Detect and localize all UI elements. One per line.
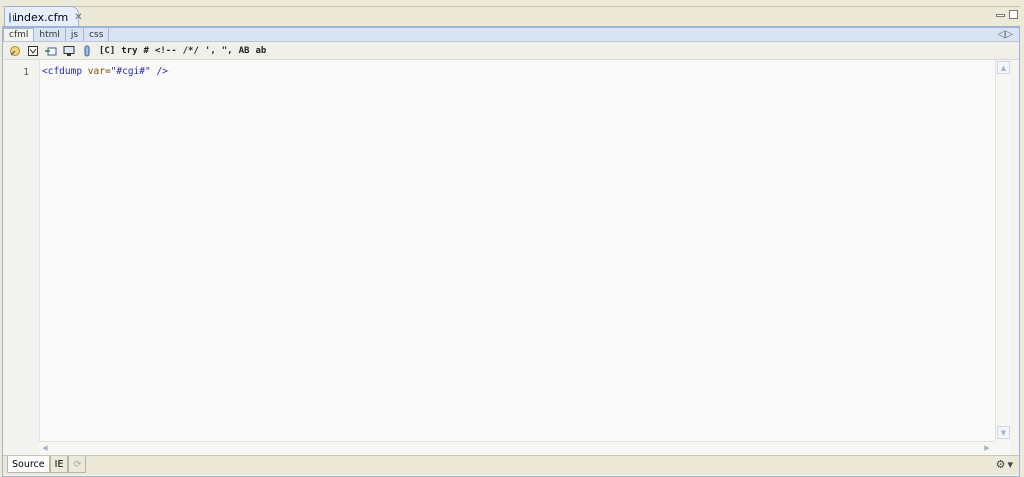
editor-pane: cfml html js css ◁▷ [C] try # <!-- /*/ '… (2, 26, 1020, 477)
bottom-page-tabs: Source IE ⟳ ⚙ ▾ (3, 455, 1019, 475)
globe-settings-icon[interactable]: ⚙ (996, 458, 1006, 471)
maximize-icon[interactable] (1009, 10, 1018, 19)
comment-button[interactable]: <!-- (155, 46, 177, 56)
double-quote-button[interactable]: ", (222, 46, 233, 56)
wizard-icon[interactable] (9, 45, 21, 57)
lowercase-button[interactable]: ab (255, 46, 266, 56)
tab-title: index.cfm (14, 11, 69, 24)
try-button[interactable]: try (121, 46, 137, 56)
refresh-icon[interactable]: ⟳ (68, 456, 87, 473)
scroll-left-icon[interactable]: ◀ (39, 442, 51, 454)
code-attribute: var= (87, 66, 111, 77)
tab-html[interactable]: html (34, 28, 66, 41)
status-area: ⚙ ▾ (996, 458, 1013, 471)
cfm-file-icon (9, 12, 18, 23)
editor-toolbar: [C] try # <!-- /*/ ', ", AB ab (3, 42, 1019, 60)
scrollbar-corner (995, 441, 1010, 455)
uppercase-button[interactable]: AB (239, 46, 250, 56)
tab-css[interactable]: css (84, 28, 110, 41)
window-right-edge (1020, 0, 1024, 477)
cfscript-button[interactable]: [C] (99, 46, 115, 56)
collapse-arrows-icon[interactable]: ◁▷ (998, 29, 1013, 40)
scroll-up-icon[interactable]: ▲ (997, 61, 1010, 74)
scroll-down-icon[interactable]: ▼ (997, 426, 1010, 439)
tab-source[interactable]: Source (7, 456, 50, 473)
tab-index-cfm[interactable]: index.cfm ✕ (4, 6, 83, 28)
preview-icon[interactable] (63, 45, 75, 57)
close-icon[interactable]: ✕ (74, 12, 82, 23)
single-quote-button[interactable]: ', (205, 46, 216, 56)
scroll-right-icon[interactable]: ▶ (981, 442, 993, 454)
tag-chooser-icon[interactable] (27, 45, 39, 57)
tab-cfml[interactable]: cfml (3, 28, 35, 41)
code-attribute-value: "#cgi#" (110, 66, 151, 77)
language-tabs: cfml html js css ◁▷ (3, 28, 1019, 42)
minimize-icon[interactable] (996, 14, 1005, 17)
line-number-gutter: 1 (3, 60, 39, 441)
code-tag-close: /> (156, 66, 168, 77)
code-area[interactable]: <cfdump var="#cgi#" /> (39, 60, 995, 441)
editor-tab-strip: index.cfm ✕ (2, 6, 1020, 28)
insert-icon[interactable] (45, 45, 57, 57)
tab-js[interactable]: js (66, 28, 85, 41)
scope-icon[interactable] (81, 45, 93, 57)
script-comment-button[interactable]: /*/ (183, 46, 199, 56)
line-number: 1 (23, 67, 29, 78)
editor-window: index.cfm ✕ cfml html js css ◁▷ [C] try … (0, 0, 1024, 477)
tab-ie[interactable]: IE (49, 456, 69, 473)
dropdown-arrow-icon[interactable]: ▾ (1007, 458, 1013, 471)
window-controls (996, 10, 1018, 19)
horizontal-scrollbar[interactable]: ◀ ▶ (39, 441, 995, 455)
hash-button[interactable]: # (144, 46, 149, 56)
vertical-scrollbar[interactable]: ▲ ▼ (995, 60, 1010, 441)
code-tag-open: <cfdump (42, 66, 83, 77)
